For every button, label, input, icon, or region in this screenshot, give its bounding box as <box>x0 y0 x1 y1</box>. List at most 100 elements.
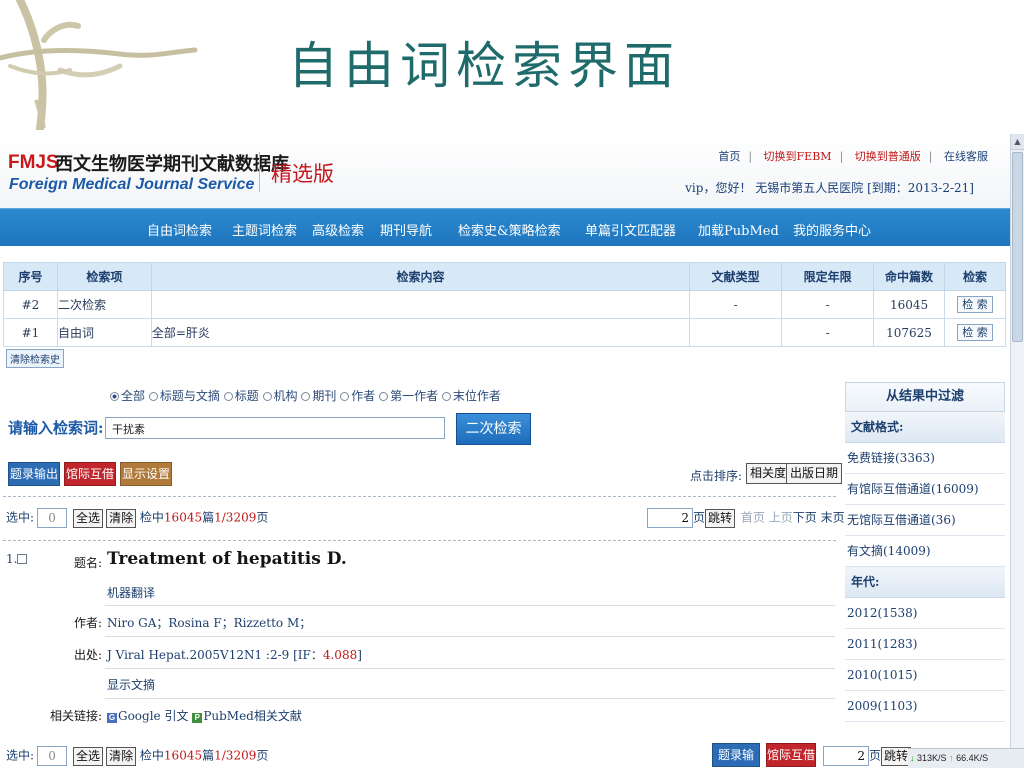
goto-page-button[interactable]: 跳转 <box>705 508 736 528</box>
row-hits: 16045 <box>873 290 946 319</box>
sort-date-button[interactable]: 出版日期 <box>786 463 843 484</box>
pubmed-icon: P <box>192 713 203 723</box>
related-links-label: 相关链接: <box>49 709 102 723</box>
filter-item-year-2011[interactable]: 2011(1283) <box>845 629 1005 660</box>
main-nav: 自由词检索 主题词检索 高级检索 期刊导航 检索史&策略检索 单篇引文匹配器 加… <box>0 208 1010 246</box>
filter-item-year-2010[interactable]: 2010(1015) <box>845 660 1005 691</box>
home-link[interactable]: 首页 <box>714 150 744 163</box>
radio-icon <box>223 392 233 401</box>
nav-journal-navigation[interactable]: 期刊导航 <box>380 220 432 239</box>
search-input[interactable]: 干扰素 <box>105 417 445 439</box>
doc-format-heading: 文献格式: <box>845 412 1005 443</box>
logo-name-en: Foreign Medical Journal Service <box>9 176 255 193</box>
related-links: G Google 引文 P PubMed相关文献 <box>107 707 302 724</box>
search-scope-radios: 全部 标题与文摘 标题 机构 期刊 作者 第一作者 末位作者 <box>110 387 501 404</box>
clear-history-button[interactable]: 清除检索史 <box>6 349 64 368</box>
nav-free-search[interactable]: 自由词检索 <box>147 220 212 239</box>
goto-page-input[interactable]: 2 <box>647 508 693 528</box>
selected-count: 0 <box>37 746 68 766</box>
radio-icon <box>301 392 311 401</box>
scope-radio-last-author[interactable]: 末位作者 <box>441 389 501 403</box>
scope-radio-title-abstract[interactable]: 标题与文摘 <box>148 389 220 403</box>
page-info: 1/3209 <box>214 748 257 763</box>
nav-search-history[interactable]: 检索史&策略检索 <box>458 220 561 239</box>
interlibrary-loan-button[interactable]: 馆际互借 <box>64 462 116 486</box>
row-doc-type <box>689 318 783 347</box>
sort-relevance-button[interactable]: 相关度 <box>746 463 791 484</box>
last-page-link[interactable]: 末页 <box>821 511 845 525</box>
filter-item-year-2009[interactable]: 2009(1103) <box>845 691 1005 722</box>
display-settings-button[interactable]: 显示设置 <box>120 462 172 486</box>
edition-label: 精选版 <box>271 162 334 186</box>
scope-radio-title[interactable]: 标题 <box>223 389 259 403</box>
nav-subject-search[interactable]: 主题词检索 <box>232 220 297 239</box>
hit-prefix: 检中 <box>139 510 164 525</box>
nav-my-service[interactable]: 我的服务中心 <box>793 220 871 239</box>
prev-page-link[interactable]: 上页 <box>769 511 793 525</box>
upload-speed: 66.4K/S <box>956 753 989 763</box>
filter-item-has-abstract[interactable]: 有文摘(14009) <box>845 536 1005 567</box>
column-header: 命中篇数 <box>873 262 946 291</box>
scope-radio-institution[interactable]: 机构 <box>262 389 298 403</box>
nav-citation-matcher[interactable]: 单篇引文匹配器 <box>585 220 676 239</box>
select-label: 选中: <box>6 510 35 525</box>
scroll-up-icon[interactable]: ▲ <box>1011 134 1024 150</box>
top-pager: 选中: 0 全选 清除 检中16045篇1/3209页 <box>6 508 268 528</box>
row-content <box>150 290 691 319</box>
next-page-link[interactable]: 下页 <box>793 511 817 525</box>
nav-advanced-search[interactable]: 高级检索 <box>312 220 364 239</box>
radio-icon <box>262 392 272 401</box>
rerun-search-button[interactable]: 检 索 <box>957 296 993 313</box>
select-all-button[interactable]: 全选 <box>73 746 104 766</box>
row-years: - <box>781 318 875 347</box>
record-title[interactable]: Treatment of hepatitis D. <box>107 549 347 569</box>
secondary-search-button[interactable]: 二次检索 <box>456 413 531 445</box>
interlibrary-loan-button[interactable]: 馆际互借 <box>766 743 816 767</box>
pubmed-related-link[interactable]: P PubMed相关文献 <box>192 709 302 723</box>
online-service-link[interactable]: 在线客服 <box>940 150 992 163</box>
clear-selection-button[interactable]: 清除 <box>106 508 137 528</box>
record-authors[interactable]: Niro GA；Rosina F；Rizzetto M； <box>107 614 311 631</box>
scope-radio-journal[interactable]: 期刊 <box>301 389 336 403</box>
search-label: 请输入检索词: <box>8 419 104 437</box>
export-records-button[interactable]: 题录输出 <box>8 462 60 486</box>
filter-item-ill-available[interactable]: 有馆际互借通道(16009) <box>845 474 1005 505</box>
bottom-pager: 选中: 0 全选 清除 检中16045篇1/3209页 <box>6 746 268 766</box>
google-icon: G <box>107 713 117 723</box>
impact-factor: 4.088 <box>322 648 358 662</box>
record-index: 1. <box>6 552 28 566</box>
show-abstract-link[interactable]: 显示文摘 <box>107 676 155 693</box>
filter-item-year-2012[interactable]: 2012(1538) <box>845 598 1005 629</box>
scope-radio-first-author[interactable]: 第一作者 <box>379 389 438 403</box>
scrollbar-thumb[interactable] <box>1012 152 1023 342</box>
machine-translate-link[interactable]: 机器翻译 <box>107 584 155 601</box>
column-header: 检索项 <box>56 262 152 291</box>
row-hits: 107625 <box>873 318 946 347</box>
download-speed: 313K/S <box>917 753 947 763</box>
first-page-link[interactable]: 首页 <box>741 511 765 525</box>
export-records-button[interactable]: 题录输出 <box>712 743 760 767</box>
scope-radio-all[interactable]: 全部 <box>110 389 145 403</box>
switch-normal-link[interactable]: 切换到普通版 <box>851 150 925 163</box>
unit-label: 篇 <box>202 510 215 525</box>
record-checkbox[interactable] <box>17 554 28 564</box>
nav-load-pubmed[interactable]: 加载PubMed <box>698 220 779 239</box>
table-row: #2 二次检索 - - 16045 检 索 <box>3 290 1006 319</box>
filter-item-ill-unavailable[interactable]: 无馆际互借通道(36) <box>845 505 1005 536</box>
clear-selection-button[interactable]: 清除 <box>106 746 137 766</box>
scope-radio-author[interactable]: 作者 <box>340 389 375 403</box>
title-label: 题名: <box>73 556 102 570</box>
vertical-scrollbar[interactable]: ▲ <box>1010 134 1024 768</box>
column-header: 检索内容 <box>150 262 691 291</box>
table-row: #1 自由词 全部=肝炎 - 107625 检 索 <box>3 318 1006 347</box>
column-header: 序号 <box>3 262 58 291</box>
select-all-button[interactable]: 全选 <box>73 508 104 528</box>
filter-item-free-link[interactable]: 免费链接(3363) <box>845 443 1005 474</box>
row-action-cell: 检 索 <box>944 290 1006 319</box>
rerun-search-button[interactable]: 检 索 <box>957 324 993 341</box>
year-heading: 年代: <box>845 567 1005 598</box>
switch-febm-link[interactable]: 切换到FEBM <box>760 150 836 163</box>
google-citation-link[interactable]: G Google 引文 <box>107 709 188 723</box>
table-header-row: 序号 检索项 检索内容 文献类型 限定年限 命中篇数 检索 <box>3 262 1006 291</box>
top-goto-pager: 2 页跳转 首页 上页下页 末页 <box>647 508 845 528</box>
